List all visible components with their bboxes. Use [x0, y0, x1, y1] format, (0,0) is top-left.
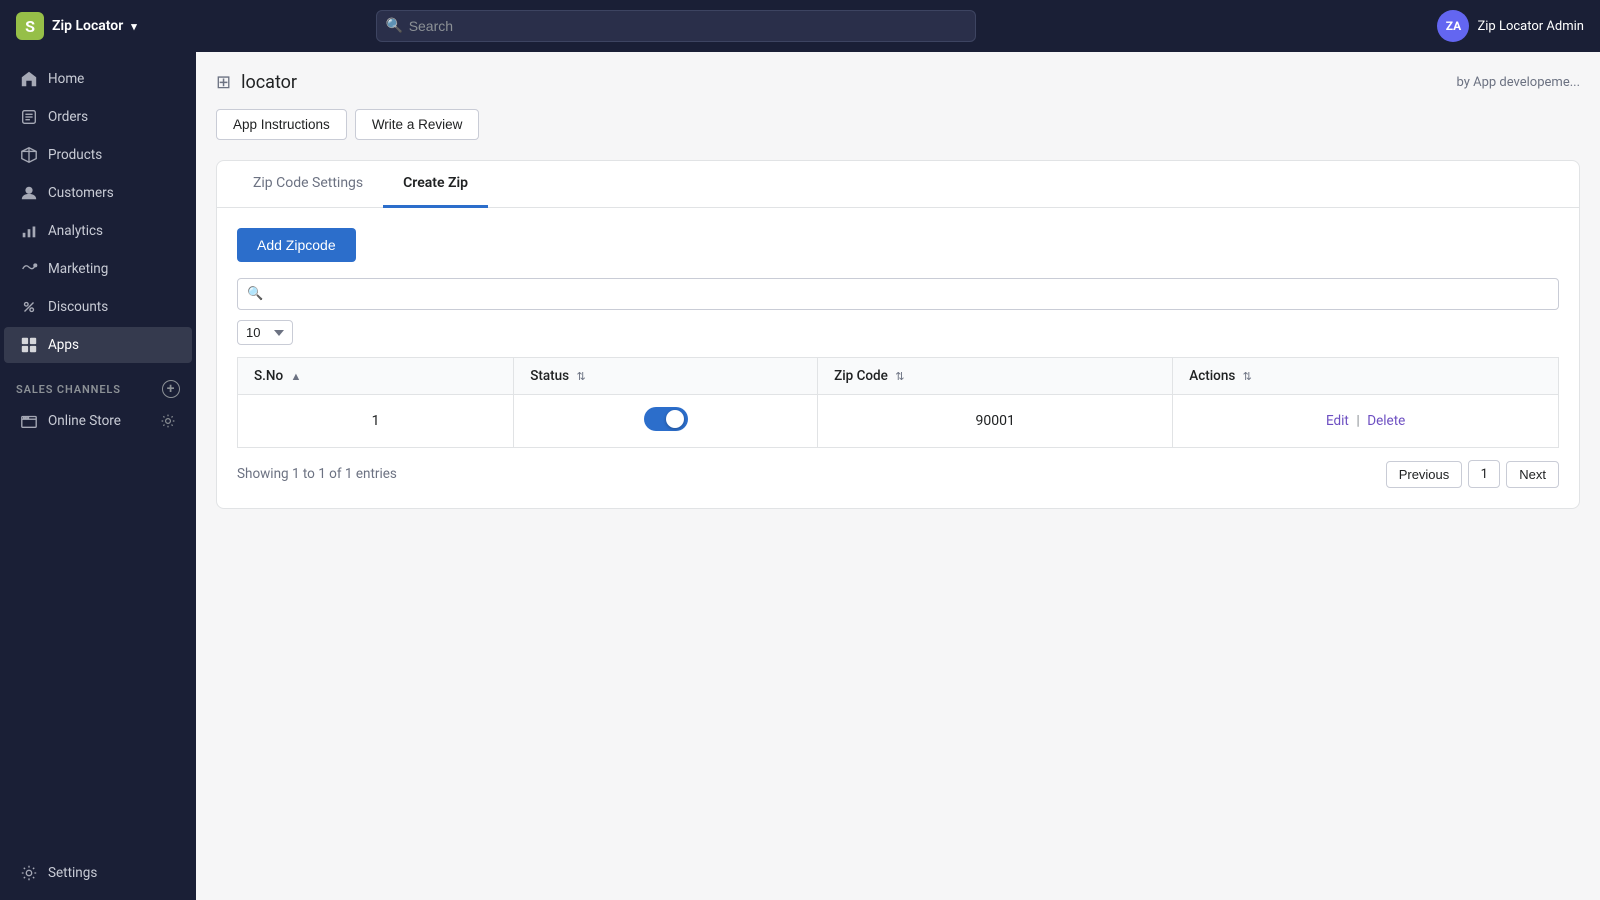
sidebar-label-analytics: Analytics [48, 223, 103, 239]
shopify-logo-icon: S [16, 12, 44, 40]
user-name: Zip Locator Admin [1477, 19, 1584, 34]
delete-link[interactable]: Delete [1367, 413, 1405, 429]
settings-icon [20, 864, 38, 882]
action-separator: | [1356, 413, 1359, 429]
tabs-bar: Zip Code Settings Create Zip [217, 161, 1579, 208]
edit-link[interactable]: Edit [1326, 413, 1349, 429]
main-card: Zip Code Settings Create Zip Add Zipcode… [216, 160, 1580, 509]
sidebar-item-products[interactable]: Products [4, 137, 192, 173]
sidebar-label-discounts: Discounts [48, 299, 108, 315]
online-store-settings-icon [160, 413, 176, 429]
row-sno: 1 [238, 395, 514, 448]
pagination-next-button[interactable]: Next [1506, 461, 1559, 488]
marketing-icon [20, 260, 38, 278]
col-header-sno: S.No ▲ [238, 358, 514, 395]
orders-icon [20, 108, 38, 126]
tab-create-zip[interactable]: Create Zip [383, 161, 488, 208]
products-icon [20, 146, 38, 164]
discounts-icon [20, 298, 38, 316]
sales-channels-header: SALES CHANNELS + [0, 364, 196, 402]
sidebar-label-marketing: Marketing [48, 261, 108, 277]
per-page-select[interactable]: 10 25 50 100 [237, 320, 293, 345]
sort-sno-icon[interactable]: ▲ [291, 370, 302, 383]
sort-status-icon[interactable]: ⇅ [576, 370, 585, 383]
sidebar-item-orders[interactable]: Orders [4, 99, 192, 135]
online-store-label: Online Store [48, 413, 121, 429]
sidebar-item-settings[interactable]: Settings [4, 855, 192, 891]
table-search-wrapper: 🔍 [237, 278, 1559, 310]
col-header-zipcode: Zip Code ⇅ [818, 358, 1173, 395]
home-icon [20, 70, 38, 88]
app-title: locator [241, 72, 297, 93]
table-search-icon: 🔍 [247, 287, 263, 302]
main-layout: Home Orders Products Customers Analytics… [0, 52, 1600, 900]
tab-zip-code-settings[interactable]: Zip Code Settings [233, 161, 383, 208]
table-footer: Showing 1 to 1 of 1 entries Previous 1 N… [237, 460, 1559, 488]
online-store-icon [20, 412, 38, 430]
per-page-select-wrapper: 10 25 50 100 [237, 320, 1559, 345]
sidebar-item-analytics[interactable]: Analytics [4, 213, 192, 249]
app-grid-icon: ⊞ [216, 72, 231, 93]
pagination-previous-button[interactable]: Previous [1386, 461, 1463, 488]
col-header-actions: Actions ⇅ [1173, 358, 1559, 395]
app-header: ⊞ locator by App developeme... [216, 72, 1580, 93]
sidebar-label-home: Home [48, 71, 84, 87]
avatar: ZA [1437, 10, 1469, 42]
search-input[interactable] [376, 10, 976, 42]
settings-label: Settings [48, 865, 97, 881]
pagination: Previous 1 Next [1386, 460, 1559, 488]
apps-icon [20, 336, 38, 354]
zip-codes-table: S.No ▲ Status ⇅ Zip Code ⇅ [237, 357, 1559, 448]
sidebar-item-discounts[interactable]: Discounts [4, 289, 192, 325]
table-search-input[interactable] [237, 278, 1559, 310]
add-sales-channel-button[interactable]: + [162, 380, 180, 398]
action-buttons: App Instructions Write a Review [216, 109, 1580, 140]
analytics-icon [20, 222, 38, 240]
sidebar-label-apps: Apps [48, 337, 79, 353]
col-header-status: Status ⇅ [514, 358, 818, 395]
row-status [514, 395, 818, 448]
sidebar-label-orders: Orders [48, 109, 88, 125]
app-developer: by App developeme... [1456, 75, 1580, 90]
row-zipcode: 90001 [818, 395, 1173, 448]
sort-zipcode-icon[interactable]: ⇅ [895, 370, 904, 383]
brand-name: Zip Locator [52, 18, 123, 34]
sidebar-label-products: Products [48, 147, 102, 163]
sidebar-item-apps[interactable]: Apps [4, 327, 192, 363]
sidebar-item-online-store[interactable]: Online Store [4, 403, 192, 439]
sales-channels-label: SALES CHANNELS [16, 383, 121, 396]
top-navigation: S Zip Locator ▾ 🔍 ZA Zip Locator Admin [0, 0, 1600, 52]
search-bar: 🔍 [376, 10, 976, 42]
card-body: Add Zipcode 🔍 10 25 50 100 [217, 208, 1579, 508]
brand-logo[interactable]: S Zip Locator ▾ [16, 12, 137, 40]
sidebar: Home Orders Products Customers Analytics… [0, 52, 196, 900]
add-zipcode-button[interactable]: Add Zipcode [237, 228, 356, 262]
table-row: 1 90001 [238, 395, 1559, 448]
sort-actions-icon[interactable]: ⇅ [1243, 370, 1252, 383]
sidebar-item-customers[interactable]: Customers [4, 175, 192, 211]
status-toggle[interactable] [644, 407, 688, 431]
pagination-current-page: 1 [1468, 460, 1500, 488]
showing-entries-text: Showing 1 to 1 of 1 entries [237, 466, 397, 482]
main-content: ⊞ locator by App developeme... App Instr… [196, 52, 1600, 900]
user-menu[interactable]: ZA Zip Locator Admin [1437, 10, 1584, 42]
customers-icon [20, 184, 38, 202]
app-instructions-button[interactable]: App Instructions [216, 109, 347, 140]
sidebar-label-customers: Customers [48, 185, 114, 201]
search-icon: 🔍 [386, 18, 403, 34]
sidebar-item-marketing[interactable]: Marketing [4, 251, 192, 287]
row-actions: Edit | Delete [1173, 395, 1559, 448]
write-review-button[interactable]: Write a Review [355, 109, 480, 140]
brand-caret-icon: ▾ [131, 20, 137, 33]
sidebar-item-home[interactable]: Home [4, 61, 192, 97]
